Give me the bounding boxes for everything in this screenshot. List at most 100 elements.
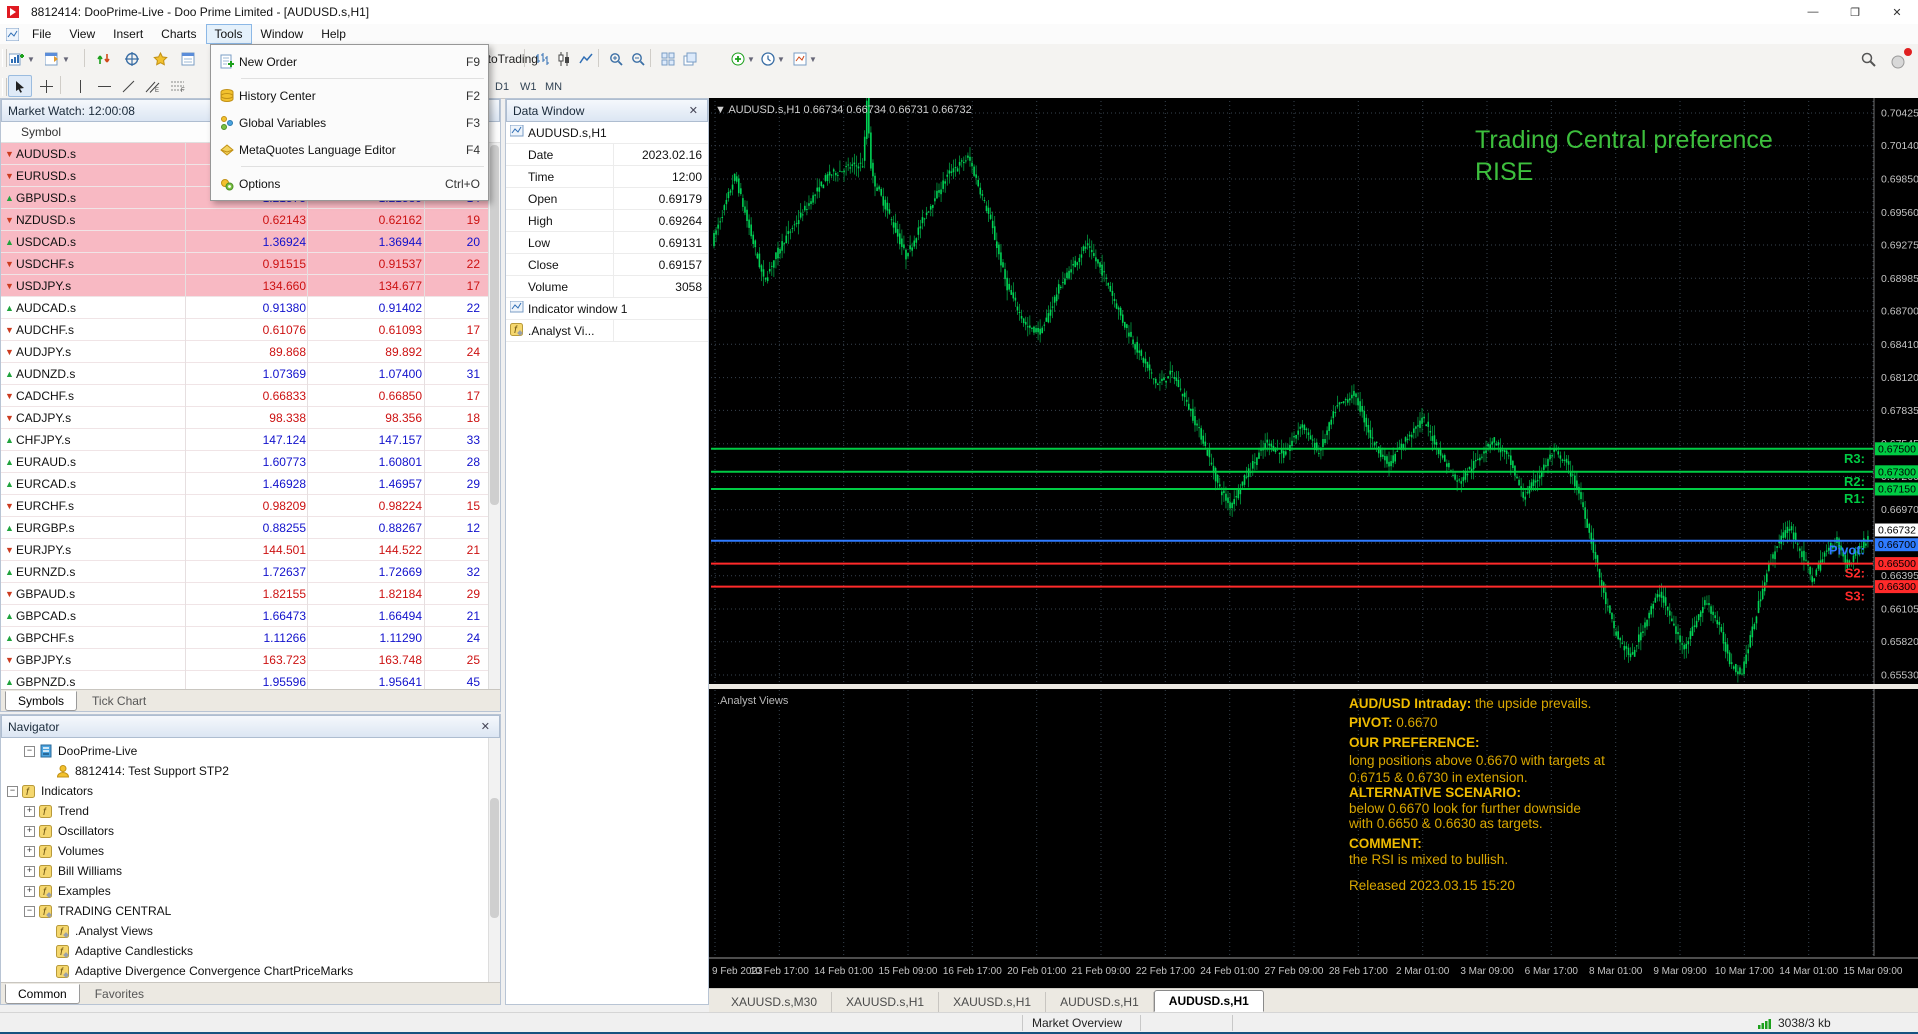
market-watch-row-eurjpy-s[interactable]: ▼ EURJPY.s 144.501 144.522 21 [1, 539, 500, 561]
menu-file[interactable]: File [24, 25, 59, 43]
market-watch-row-gbpchf-s[interactable]: ▲ GBPCHF.s 1.11266 1.11290 24 [1, 627, 500, 649]
minimize-button[interactable]: — [1792, 0, 1834, 24]
chart-tab-xauusd-s-m30-0[interactable]: XAUUSD.s,M30 [717, 992, 833, 1012]
equidistant-channel-button[interactable]: E [140, 75, 164, 97]
navigator-item-bill-williams[interactable]: + f Bill Williams [1, 861, 500, 881]
market-watch-button[interactable] [92, 47, 116, 71]
tile-windows-button[interactable] [656, 47, 680, 71]
data-window-row-high[interactable]: High 0.69264 [506, 210, 708, 232]
market-watch-row-chfjpy-s[interactable]: ▲ CHFJPY.s 147.124 147.157 33 [1, 429, 500, 451]
zoom-in-button[interactable] [604, 47, 628, 71]
line-chart-button[interactable] [574, 47, 598, 71]
tab-symbols[interactable]: Symbols [5, 691, 78, 711]
navigator-item-volumes[interactable]: + f Volumes [1, 841, 500, 861]
navigator-item-trading-central[interactable]: − f TRADING CENTRAL [1, 901, 500, 921]
chart-tab-audusd-s-h1-4[interactable]: AUDUSD.s,H1 [1153, 990, 1264, 1012]
market-watch-row-euraud-s[interactable]: ▲ EURAUD.s 1.60773 1.60801 28 [1, 451, 500, 473]
search-button[interactable] [1856, 47, 1880, 71]
menu-item-history-center[interactable]: History Center F2 [211, 82, 488, 109]
close-icon[interactable]: ✕ [478, 720, 493, 733]
fibonacci-button[interactable]: F [166, 75, 190, 97]
tab-favorites[interactable]: Favorites [82, 984, 157, 1004]
navigator-item-trend[interactable]: + f Trend [1, 801, 500, 821]
expand-icon[interactable]: + [24, 865, 35, 877]
trendline-button[interactable] [116, 75, 140, 97]
market-watch-row-eurgbp-s[interactable]: ▲ EURGBP.s 0.88255 0.88267 12 [1, 517, 500, 539]
market-watch-row-audcad-s[interactable]: ▲ AUDCAD.s 0.91380 0.91402 22 [1, 297, 500, 319]
expand-icon[interactable]: + [24, 825, 35, 837]
data-window-row-time[interactable]: Time 12:00 [506, 166, 708, 188]
tab-common[interactable]: Common [5, 984, 80, 1004]
cursor-button[interactable] [8, 75, 32, 97]
horizontal-line-button[interactable] [92, 75, 116, 97]
navigator-item--analyst-views[interactable]: f .Analyst Views [1, 921, 500, 941]
crosshair-button[interactable] [34, 75, 58, 97]
menu-window[interactable]: Window [253, 25, 312, 43]
market-watch-row-cadjpy-s[interactable]: ▼ CADJPY.s 98.338 98.356 18 [1, 407, 500, 429]
close-button[interactable]: ✕ [1876, 0, 1918, 24]
navigator-scrollbar[interactable] [488, 738, 500, 983]
menu-tools[interactable]: Tools [205, 24, 252, 44]
data-window-row-volume[interactable]: Volume 3058 [506, 276, 708, 298]
data-window-row-low[interactable]: Low 0.69131 [506, 232, 708, 254]
collapse-icon[interactable]: − [24, 745, 35, 757]
templates-button[interactable]: ▼ [792, 47, 818, 71]
data-window-button[interactable] [120, 47, 144, 71]
market-watch-row-usdchf-s[interactable]: ▼ USDCHF.s 0.91515 0.91537 22 [1, 253, 500, 275]
market-watch-row-gbpnzd-s[interactable]: ▲ GBPNZD.s 1.95596 1.95641 45 [1, 671, 500, 689]
collapse-icon[interactable]: − [7, 785, 18, 797]
navigator-item-oscillators[interactable]: + f Oscillators [1, 821, 500, 841]
navigator-title-bar[interactable]: Navigator ✕ [1, 715, 500, 738]
chart-window[interactable]: Trading Central preference RISE ▼ AUDUSD.s… [709, 90, 1918, 988]
timeframe-mn-button[interactable]: MN [539, 76, 568, 97]
maximize-button[interactable]: ❐ [1834, 0, 1876, 24]
menu-help[interactable]: Help [313, 25, 354, 43]
menu-item-new-order[interactable]: New Order F9 [211, 48, 488, 75]
data-window-row-open[interactable]: Open 0.69179 [506, 188, 708, 210]
market-watch-row-eurcad-s[interactable]: ▲ EURCAD.s 1.46928 1.46957 29 [1, 473, 500, 495]
market-watch-row-cadchf-s[interactable]: ▼ CADCHF.s 0.66833 0.66850 17 [1, 385, 500, 407]
navigator-item-dooprime-live[interactable]: − DooPrime-Live [1, 741, 500, 761]
market-watch-row-eurchf-s[interactable]: ▼ EURCHF.s 0.98209 0.98224 15 [1, 495, 500, 517]
market-watch-row-audnzd-s[interactable]: ▲ AUDNZD.s 1.07369 1.07400 31 [1, 363, 500, 385]
timeframe-d1-button[interactable]: D1 [489, 76, 515, 97]
close-icon[interactable]: ✕ [686, 104, 701, 117]
data-window-section-9[interactable]: f .Analyst Vi... [506, 320, 708, 342]
menu-charts[interactable]: Charts [153, 25, 204, 43]
new-chart-button[interactable]: ▼ [8, 47, 36, 71]
vertical-line-button[interactable] [68, 75, 92, 97]
market-watch-row-gbpcad-s[interactable]: ▲ GBPCAD.s 1.66473 1.66494 21 [1, 605, 500, 627]
chart-tab-audusd-s-h1-3[interactable]: AUDUSD.s,H1 [1046, 992, 1154, 1012]
bar-chart-button[interactable] [530, 47, 554, 71]
market-watch-scrollbar[interactable] [488, 143, 500, 689]
menu-insert[interactable]: Insert [105, 25, 151, 43]
tab-tick-chart[interactable]: Tick Chart [79, 691, 159, 711]
periods-button[interactable]: ▼ [760, 47, 786, 71]
data-window-row-close[interactable]: Close 0.69157 [506, 254, 708, 276]
expand-icon[interactable]: + [24, 885, 35, 897]
market-watch-row-usdjpy-s[interactable]: ▼ USDJPY.s 134.660 134.677 17 [1, 275, 500, 297]
indicators-button[interactable]: ▼ [730, 47, 756, 71]
cascade-windows-button[interactable] [678, 47, 702, 71]
expand-icon[interactable]: + [24, 805, 35, 817]
market-watch-row-audchf-s[interactable]: ▼ AUDCHF.s 0.61076 0.61093 17 [1, 319, 500, 341]
market-watch-row-gbpjpy-s[interactable]: ▼ GBPJPY.s 163.723 163.748 25 [1, 649, 500, 671]
navigator-item-8812414-test-support-stp2[interactable]: 8812414: Test Support STP2 [1, 761, 500, 781]
status-market-overview[interactable]: Market Overview [1032, 1016, 1122, 1030]
terminal-button[interactable] [176, 47, 200, 71]
chart-tab-xauusd-s-h1-2[interactable]: XAUUSD.s,H1 [939, 992, 1047, 1012]
market-watch-row-usdcad-s[interactable]: ▲ USDCAD.s 1.36924 1.36944 20 [1, 231, 500, 253]
candlestick-chart-button[interactable] [552, 47, 576, 71]
navigator-item-adaptive-candlesticks[interactable]: f Adaptive Candlesticks [1, 941, 500, 961]
notifications-button[interactable] [1886, 48, 1912, 74]
navigator-item-examples[interactable]: + f Examples [1, 881, 500, 901]
expand-icon[interactable]: + [24, 845, 35, 857]
market-watch-row-audjpy-s[interactable]: ▼ AUDJPY.s 89.868 89.892 24 [1, 341, 500, 363]
collapse-icon[interactable]: − [24, 905, 35, 917]
data-window-section-8[interactable]: Indicator window 1 [506, 298, 708, 320]
menu-item-global-variables[interactable]: Global Variables F3 [211, 109, 488, 136]
data-window-title-bar[interactable]: Data Window ✕ [506, 99, 708, 122]
chart-canvas[interactable]: Trading Central preference RISE ▼ AUDUSD.s… [709, 90, 1918, 988]
data-window-row-date[interactable]: Date 2023.02.16 [506, 144, 708, 166]
menu-view[interactable]: View [61, 25, 103, 43]
